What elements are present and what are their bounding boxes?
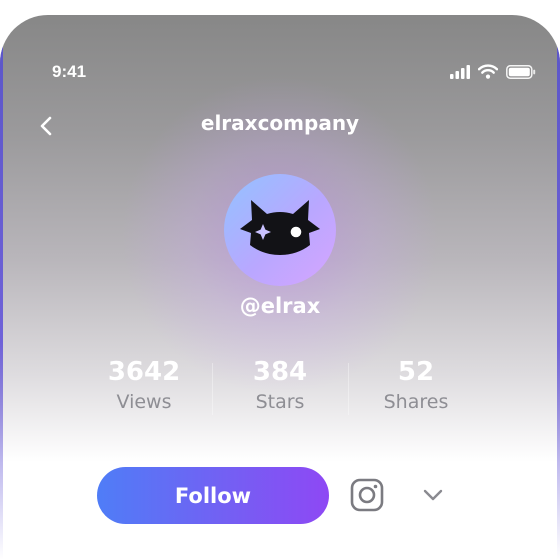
avatar[interactable] [224, 174, 336, 286]
status-time: 9:41 [52, 62, 87, 81]
follow-button[interactable]: Follow [97, 467, 329, 524]
stat-value: 3642 [107, 357, 181, 387]
cat-mask-icon [240, 200, 320, 255]
stat-value: 384 [252, 357, 308, 387]
stat-stars: 384 Stars [212, 357, 348, 415]
wifi-icon [478, 64, 498, 79]
stat-views: 3642 Views [76, 357, 212, 415]
page-title: elraxcompany [200, 111, 360, 135]
chevron-down-icon[interactable] [421, 483, 445, 507]
stat-label: Views [116, 391, 172, 413]
stat-value: 52 [397, 357, 435, 387]
stat-shares: 52 Shares [348, 357, 484, 415]
stat-label: Stars [255, 391, 305, 413]
instagram-icon[interactable] [350, 478, 384, 512]
stat-label: Shares [383, 391, 449, 413]
profile-handle: @elrax [239, 294, 321, 318]
signal-icon [450, 65, 470, 79]
battery-icon [506, 65, 536, 79]
status-icons [450, 64, 536, 79]
stats-row: 3642 Views 384 Stars 52 Shares [76, 357, 484, 415]
phone-screen: 9:41 elraxcompany @elrax 3642 Views 384 … [0, 15, 560, 560]
